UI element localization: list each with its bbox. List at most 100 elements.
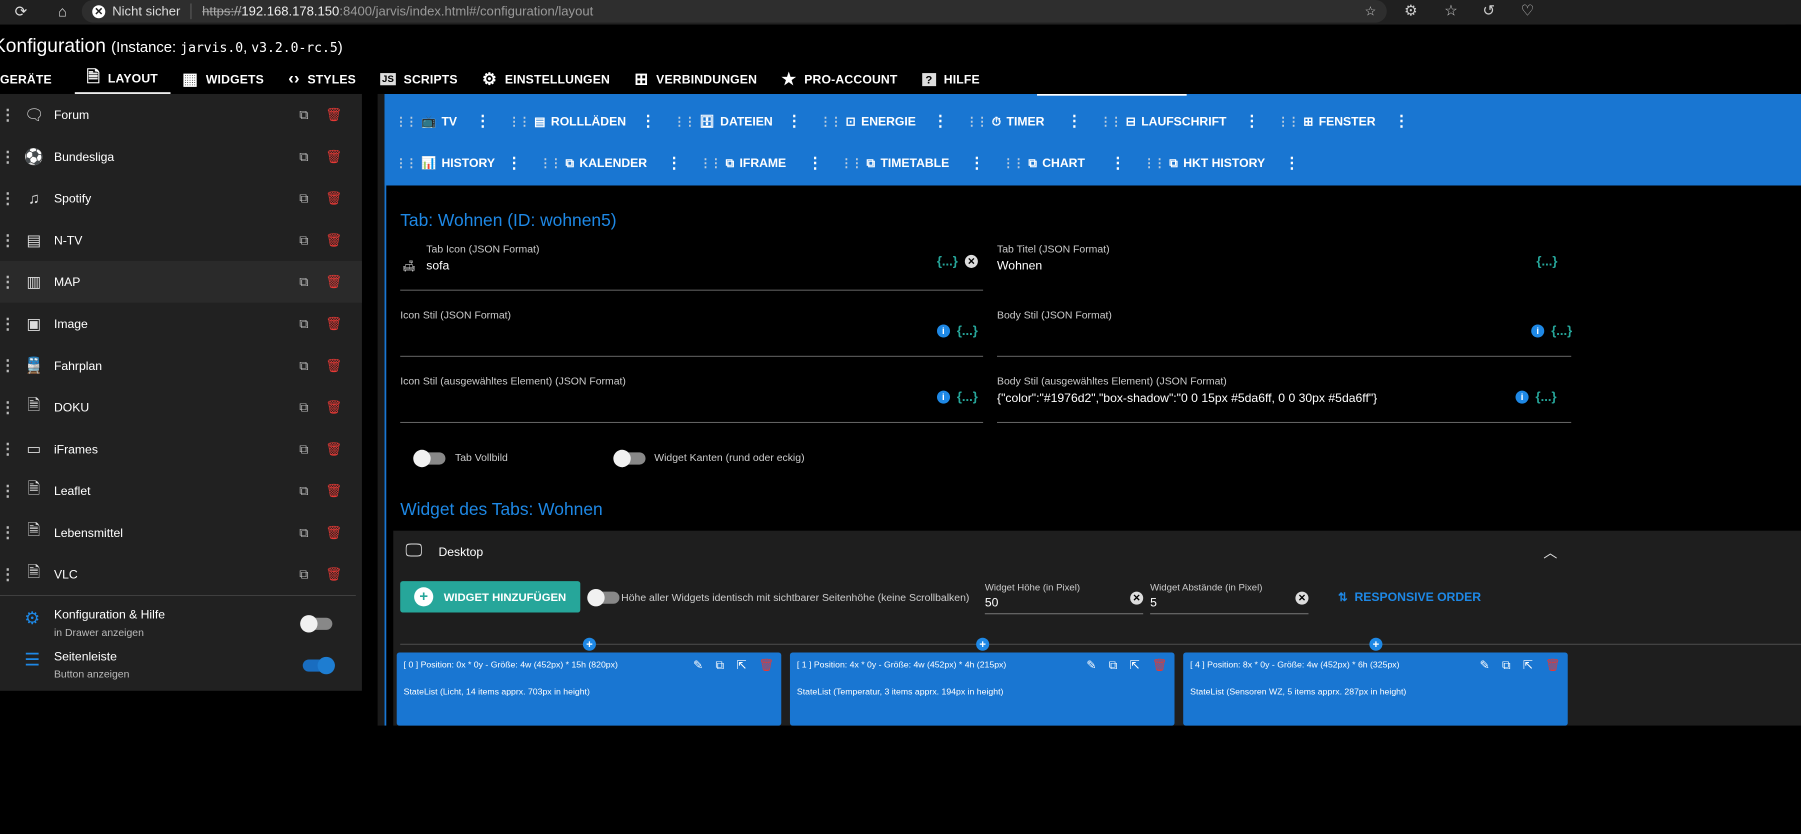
move-icon[interactable]: ⇱ (1523, 658, 1533, 673)
sidebar-item-image[interactable]: ⋮ ▣ Image ⧉ 🗑 (0, 303, 362, 345)
delete-icon[interactable]: 🗑 (325, 399, 342, 415)
extensions-icon[interactable]: ⚙ (1404, 0, 1417, 23)
sidebar-item-iframes[interactable]: ⋮ ▭ iFrames ⧉ 🗑 (0, 428, 362, 470)
json-editor-icon[interactable]: {...} (957, 324, 978, 339)
body-style-selected-field[interactable]: Body Stil (ausgewähltes Element) (JSON F… (997, 371, 1572, 423)
layout-tab-chart[interactable]: ⋮⋮ ⧉ CHART (1002, 150, 1085, 176)
widget-card[interactable]: [ 0 ] Position: 0x * 0y - Größe: 4w (452… (396, 652, 782, 726)
copy-icon[interactable]: ⧉ (299, 567, 308, 582)
widget-height-field[interactable]: Widget Höhe (in Pixel) 50 ✕ (984, 583, 1144, 615)
delete-icon[interactable]: 🗑 (759, 658, 774, 673)
layout-tab-dateien[interactable]: ⋮⋮ 🗄 DATEIEN (673, 108, 772, 134)
sidebar-button-toggle[interactable] (302, 656, 335, 675)
copy-icon[interactable]: ⧉ (299, 274, 308, 289)
drag-handle-icon[interactable]: ⋮ (0, 231, 16, 249)
copy-icon[interactable]: ⧉ (299, 483, 308, 498)
sidebar-item-forum[interactable]: ⋮ 🗨 Forum ⧉ 🗑 (0, 94, 362, 136)
tab-styles[interactable]: ‹› STYLES (276, 64, 368, 94)
layout-tab-iframe[interactable]: ⋮⋮ ⧉ IFRAME (699, 150, 786, 176)
widget-card[interactable]: [ 1 ] Position: 4x * 0y - Größe: 4w (452… (789, 652, 1175, 726)
drag-handle-icon[interactable]: ⋮ (0, 189, 16, 207)
drag-handle-icon[interactable]: ⋮⋮ (820, 114, 843, 129)
delete-icon[interactable]: 🗑 (325, 441, 342, 457)
layout-tab-energie[interactable]: ⋮⋮ ⊡ ENERGIE (820, 108, 916, 134)
drag-handle-icon[interactable]: ⋮⋮ (539, 155, 562, 170)
star-icon[interactable]: ☆ (1365, 3, 1377, 19)
move-icon[interactable]: ⇱ (736, 658, 746, 673)
tab-widgets[interactable]: ▦ WIDGETS (170, 64, 276, 94)
json-editor-icon[interactable]: {...} (1536, 390, 1557, 405)
delete-icon[interactable]: 🗑 (325, 358, 342, 373)
insert-widget-icon[interactable]: + (976, 637, 990, 651)
copy-icon[interactable]: ⧉ (299, 191, 308, 206)
copy-icon[interactable]: ⧉ (716, 658, 725, 673)
sidebar-item-spotify[interactable]: ⋮ ♫ Spotify ⧉ 🗑 (0, 177, 362, 219)
drag-handle-icon[interactable]: ⋮ (0, 147, 16, 165)
drag-handle-icon[interactable]: ⋮⋮ (1002, 155, 1025, 170)
layout-tab-fenster[interactable]: ⋮⋮ ⊞ FENSTER (1277, 108, 1375, 134)
move-icon[interactable]: ⇱ (1130, 658, 1140, 673)
sidebar-item-map[interactable]: ⋮ ▥ MAP ⧉ 🗑 (0, 261, 362, 303)
tab-geraete[interactable]: GERÄTE (0, 64, 64, 94)
layout-tab-timer[interactable]: ⋮⋮ ⏱ TIMER (966, 108, 1045, 134)
layout-tab-rolllaeden[interactable]: ⋮⋮ ▤ ROLLLÄDEN (508, 108, 626, 134)
responsive-order-button[interactable]: ⇅ RESPONSIVE ORDER (1338, 590, 1481, 605)
drag-handle-icon[interactable]: ⋮ (0, 565, 16, 583)
drag-handle-icon[interactable]: ⋮⋮ (1277, 114, 1300, 129)
drag-handle-icon[interactable]: ⋮ (0, 523, 16, 541)
edit-icon[interactable]: ✎ (1480, 658, 1490, 673)
layout-tab-history[interactable]: ⋮⋮ 📊 HISTORY (395, 150, 495, 176)
sidebar-item-lebensmittel[interactable]: ⋮ 🗎 Lebensmittel ⧉ 🗑 (0, 512, 362, 554)
info-icon[interactable]: i (1515, 390, 1529, 404)
clear-icon[interactable]: ✕ (1295, 591, 1309, 605)
drag-handle-icon[interactable]: ⋮ (0, 440, 16, 458)
info-icon[interactable]: i (1531, 324, 1545, 338)
edit-icon[interactable]: ✎ (693, 658, 703, 673)
copy-icon[interactable]: ⧉ (299, 107, 308, 122)
layout-tab-tv[interactable]: ⋮⋮ 📺 TV (395, 108, 457, 134)
delete-icon[interactable]: 🗑 (325, 232, 342, 248)
sidebar-item-leaflet[interactable]: ⋮ 🗎 Leaflet ⧉ 🗑 (0, 470, 362, 512)
copy-icon[interactable]: ⧉ (299, 525, 308, 540)
tab-fullscreen-toggle[interactable] (413, 449, 446, 468)
delete-icon[interactable]: 🗑 (1152, 658, 1167, 673)
favorites-icon[interactable]: ☆ (1444, 0, 1457, 23)
edit-icon[interactable]: ✎ (1086, 658, 1096, 673)
tab-verbindungen[interactable]: ⊞ VERBINDUNGEN (622, 64, 769, 94)
tab-hilfe[interactable]: ? HILFE (910, 64, 992, 94)
copy-icon[interactable]: ⧉ (299, 400, 308, 415)
drag-handle-icon[interactable]: ⋮⋮ (699, 155, 722, 170)
tab-einstellungen[interactable]: ⚙ EINSTELLUNGEN (470, 64, 622, 94)
drag-handle-icon[interactable]: ⋮⋮ (1100, 114, 1123, 129)
drag-handle-icon[interactable]: ⋮⋮ (395, 155, 418, 170)
sidebar-item-bundesliga[interactable]: ⋮ ⚽ Bundesliga ⧉ 🗑 (0, 136, 362, 178)
delete-icon[interactable]: 🗑 (1545, 658, 1560, 673)
home-icon[interactable]: ⌂ (50, 0, 74, 24)
history-icon[interactable]: ↺ (1482, 0, 1494, 23)
sidebar-item-fahrplan[interactable]: ⋮ 🚆 Fahrplan ⧉ 🗑 (0, 345, 362, 387)
tab-title-field[interactable]: Tab Titel (JSON Format) Wohnen {...} (971, 238, 1580, 290)
drag-handle-icon[interactable]: ⋮ (0, 315, 16, 333)
drag-handle-icon[interactable]: ⋮⋮ (1143, 155, 1166, 170)
copy-icon[interactable]: ⧉ (299, 149, 308, 164)
copy-icon[interactable]: ⧉ (299, 442, 308, 457)
health-icon[interactable]: ♡ (1521, 0, 1534, 23)
drag-handle-icon[interactable]: ⋮⋮ (508, 114, 531, 129)
tab-scripts[interactable]: JS SCRIPTS (368, 64, 470, 94)
layout-tab-kalender[interactable]: ⋮⋮ ⧉ KALENDER (539, 150, 647, 176)
json-editor-icon[interactable]: {...} (937, 254, 958, 269)
delete-icon[interactable]: 🗑 (325, 191, 342, 206)
reload-icon[interactable]: ⟳ (9, 0, 33, 24)
address-bar[interactable]: ✕ Nicht sicher https:// 192.168.178.150 … (81, 0, 1387, 23)
drag-handle-icon[interactable]: ⋮⋮ (395, 114, 418, 129)
drag-handle-icon[interactable]: ⋮⋮ (673, 114, 696, 129)
copy-icon[interactable]: ⧉ (1502, 658, 1511, 673)
chevron-up-icon[interactable]: ︿ (1543, 541, 1557, 562)
delete-icon[interactable]: 🗑 (325, 316, 342, 332)
copy-icon[interactable]: ⧉ (1109, 658, 1118, 673)
delete-icon[interactable]: 🗑 (325, 149, 342, 165)
delete-icon[interactable]: 🗑 (325, 525, 342, 540)
json-editor-icon[interactable]: {...} (1536, 254, 1557, 269)
tab-icon-field[interactable]: 🛋 Tab Icon (JSON Format) sofa {...} ✕ (400, 238, 984, 291)
body-style-field[interactable]: Body Stil (JSON Format) i {...} (997, 305, 1572, 357)
